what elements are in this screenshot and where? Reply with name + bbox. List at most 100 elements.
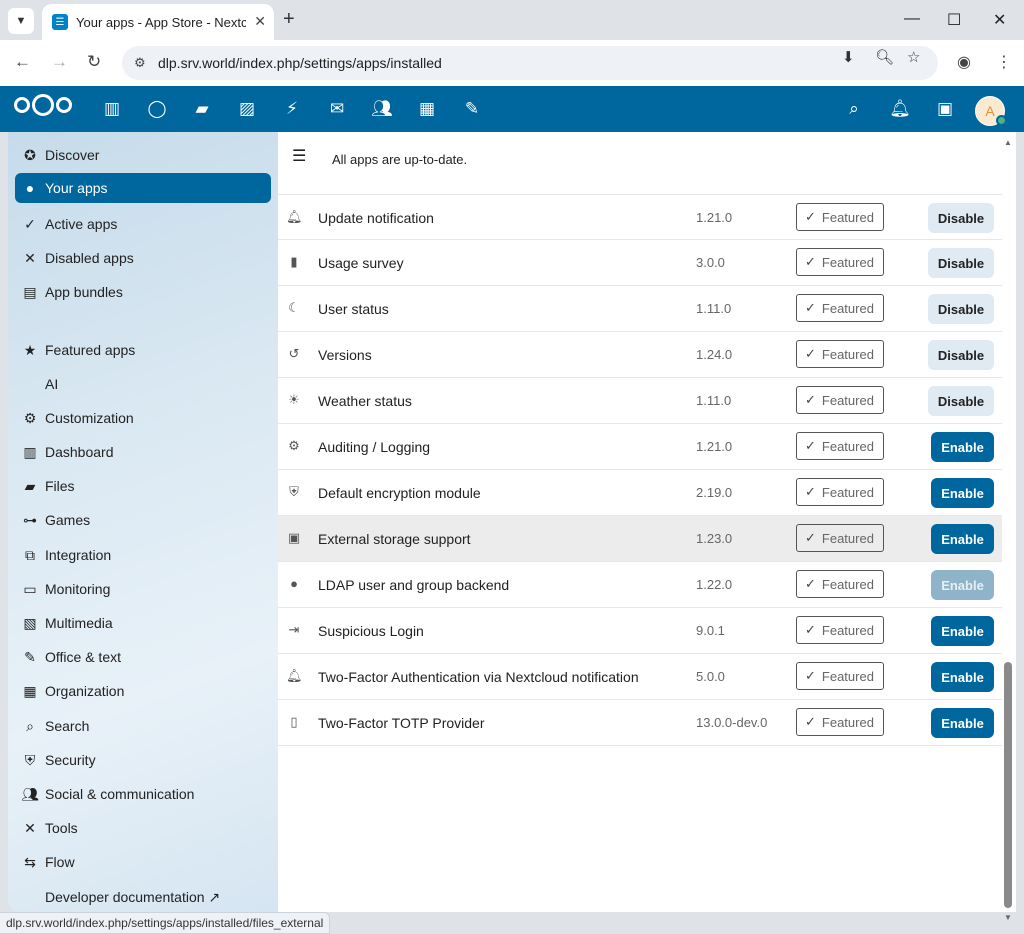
- nav-flow[interactable]: ⇆ Flow: [15, 847, 271, 877]
- app-row[interactable]: ↺ Versions 1.24.0 ✓ Featured Disable: [278, 332, 1002, 378]
- new-tab-icon[interactable]: +: [283, 8, 295, 31]
- enable-button[interactable]: Enable: [931, 524, 994, 554]
- app-name[interactable]: Suspicious Login: [318, 623, 424, 639]
- app-name[interactable]: Two-Factor TOTP Provider: [318, 715, 485, 731]
- files-app-icon[interactable]: ▰: [191, 99, 213, 119]
- nextcloud-logo-icon[interactable]: [14, 94, 72, 116]
- tab-close-icon[interactable]: ✕: [254, 13, 266, 30]
- folder-icon: ▰: [24, 477, 36, 494]
- mail-app-icon[interactable]: ✉: [326, 99, 348, 119]
- nav-social-communication[interactable]: 👥︎ Social & communication: [15, 779, 271, 809]
- app-row[interactable]: ● LDAP user and group backend 1.22.0 ✓ Fe…: [278, 562, 1002, 608]
- disable-button[interactable]: Disable: [928, 340, 994, 370]
- app-row[interactable]: ⇥ Suspicious Login 9.0.1 ✓ Featured Enabl…: [278, 608, 1002, 654]
- app-version: 1.11.0: [696, 301, 732, 316]
- back-icon[interactable]: ←: [14, 52, 31, 72]
- address-bar[interactable]: ⚙ dlp.srv.world/index.php/settings/apps/…: [122, 46, 938, 80]
- disable-button[interactable]: Disable: [928, 294, 994, 324]
- nav-files[interactable]: ▰ Files: [15, 471, 271, 501]
- enable-button[interactable]: Enable: [931, 570, 994, 600]
- browser-tab[interactable]: ☰ Your apps - App Store - Nextcloud ✕: [42, 4, 274, 40]
- navigation-toggle-icon[interactable]: ☰: [292, 146, 306, 166]
- nav-integration[interactable]: ⧉ Integration: [15, 540, 271, 570]
- url-text[interactable]: dlp.srv.world/index.php/settings/apps/in…: [158, 55, 442, 71]
- notifications-bell-icon[interactable]: 🔔︎: [889, 99, 911, 119]
- nav-your-apps[interactable]: ● Your apps: [15, 173, 271, 203]
- app-name[interactable]: Two-Factor Authentication via Nextcloud …: [318, 669, 639, 685]
- app-name[interactable]: Versions: [318, 347, 372, 363]
- reload-icon[interactable]: ↻: [87, 52, 101, 72]
- app-row[interactable]: ⚙ Auditing / Logging 1.21.0 ✓ Featured En…: [278, 424, 1002, 470]
- nav-featured-apps[interactable]: ★ Featured apps: [15, 335, 271, 365]
- check-icon: ✓: [805, 209, 816, 224]
- app-row[interactable]: ☾ User status 1.11.0 ✓ Featured Disable: [278, 286, 1002, 332]
- nav-disabled-apps[interactable]: ✕ Disabled apps: [15, 243, 271, 273]
- nav-search[interactable]: ⌕ Search: [15, 711, 271, 741]
- app-row[interactable]: ▣ External storage support 1.23.0 ✓ Featu…: [278, 516, 1002, 562]
- talk-app-icon[interactable]: ◯: [146, 99, 168, 119]
- calendar-app-icon[interactable]: ▦: [416, 99, 438, 119]
- app-row[interactable]: 🔔︎ Update notification 1.21.0 ✓ Featured …: [278, 194, 1002, 240]
- contacts-menu-icon[interactable]: ▣: [934, 99, 956, 119]
- dashboard-app-icon[interactable]: ▥: [101, 99, 123, 119]
- minimize-icon[interactable]: —: [904, 10, 920, 28]
- nav-discover[interactable]: ✪ Discover: [15, 140, 271, 170]
- disable-button[interactable]: Disable: [928, 248, 994, 278]
- nav-multimedia[interactable]: ▧ Multimedia: [15, 608, 271, 638]
- install-app-icon[interactable]: ⬇: [842, 48, 855, 66]
- app-row[interactable]: 🔔︎ Two-Factor Authentication via Nextclo…: [278, 654, 1002, 700]
- app-name[interactable]: Usage survey: [318, 255, 404, 271]
- site-info-icon[interactable]: ⚙: [134, 55, 154, 71]
- app-name[interactable]: Default encryption module: [318, 485, 481, 501]
- people-icon: 👥︎: [21, 785, 39, 802]
- app-name[interactable]: Auditing / Logging: [318, 439, 430, 455]
- unified-search-icon[interactable]: ⌕: [843, 99, 865, 119]
- history-icon: ↺: [288, 346, 300, 361]
- nav-dashboard[interactable]: ▥ Dashboard: [15, 437, 271, 467]
- window-close-icon[interactable]: ✕: [993, 10, 1006, 30]
- enable-button[interactable]: Enable: [931, 662, 994, 692]
- enable-button[interactable]: Enable: [931, 432, 994, 462]
- nav-customization[interactable]: ⚙ Customization: [15, 403, 271, 433]
- nav-active-apps[interactable]: ✓ Active apps: [15, 209, 271, 239]
- app-name[interactable]: Update notification: [318, 210, 434, 226]
- nav-developer-documentation[interactable]: Developer documentation ↗: [15, 882, 271, 912]
- app-name[interactable]: Weather status: [318, 393, 412, 409]
- enable-button[interactable]: Enable: [931, 616, 994, 646]
- app-name[interactable]: External storage support: [318, 531, 471, 547]
- nav-label: AI: [45, 376, 59, 392]
- enable-button[interactable]: Enable: [931, 478, 994, 508]
- app-name[interactable]: User status: [318, 301, 389, 317]
- disable-button[interactable]: Disable: [928, 386, 994, 416]
- profile-icon[interactable]: ◉: [957, 52, 971, 72]
- app-row[interactable]: ▯ Two-Factor TOTP Provider 13.0.0-dev.0 …: [278, 700, 1002, 746]
- bookmark-star-icon[interactable]: ☆: [907, 48, 920, 66]
- nav-ai[interactable]: AI: [15, 369, 271, 399]
- disable-button[interactable]: Disable: [928, 203, 994, 233]
- check-icon: ✓: [805, 254, 816, 269]
- nav-office-text[interactable]: ✎ Office & text: [15, 642, 271, 672]
- app-row[interactable]: ⛨ Default encryption module 2.19.0 ✓ Feat…: [278, 470, 1002, 516]
- app-name[interactable]: LDAP user and group backend: [318, 577, 509, 593]
- notes-app-icon[interactable]: ✎: [461, 99, 483, 119]
- scroll-down-arrow-icon[interactable]: ▼: [1004, 913, 1012, 922]
- zoom-icon[interactable]: 🔍︎: [875, 48, 894, 66]
- maximize-icon[interactable]: ☐: [947, 10, 961, 30]
- tab-search-button[interactable]: ▼: [8, 8, 34, 34]
- enable-button[interactable]: Enable: [931, 708, 994, 738]
- nav-app-bundles[interactable]: ▤ App bundles: [15, 277, 271, 307]
- app-row[interactable]: ▮ Usage survey 3.0.0 ✓ Featured Disable: [278, 240, 1002, 286]
- activity-app-icon[interactable]: ⚡: [281, 99, 303, 119]
- nav-tools[interactable]: ✕ Tools: [15, 813, 271, 843]
- nav-games[interactable]: ⊶ Games: [15, 505, 271, 535]
- nav-security[interactable]: ⛨ Security: [15, 745, 271, 775]
- scrollbar-thumb[interactable]: [1004, 662, 1012, 908]
- scroll-up-arrow-icon[interactable]: ▲: [1004, 138, 1012, 147]
- contacts-app-icon[interactable]: 👥︎: [371, 99, 393, 119]
- nav-monitoring[interactable]: ▭ Monitoring: [15, 574, 271, 604]
- app-row[interactable]: ☀ Weather status 1.11.0 ✓ Featured Disabl…: [278, 378, 1002, 424]
- nav-organization[interactable]: ▦ Organization: [15, 676, 271, 706]
- chrome-menu-icon[interactable]: ⋮: [996, 52, 1012, 72]
- photos-app-icon[interactable]: ▨: [236, 99, 258, 119]
- forward-icon[interactable]: →: [51, 52, 68, 72]
